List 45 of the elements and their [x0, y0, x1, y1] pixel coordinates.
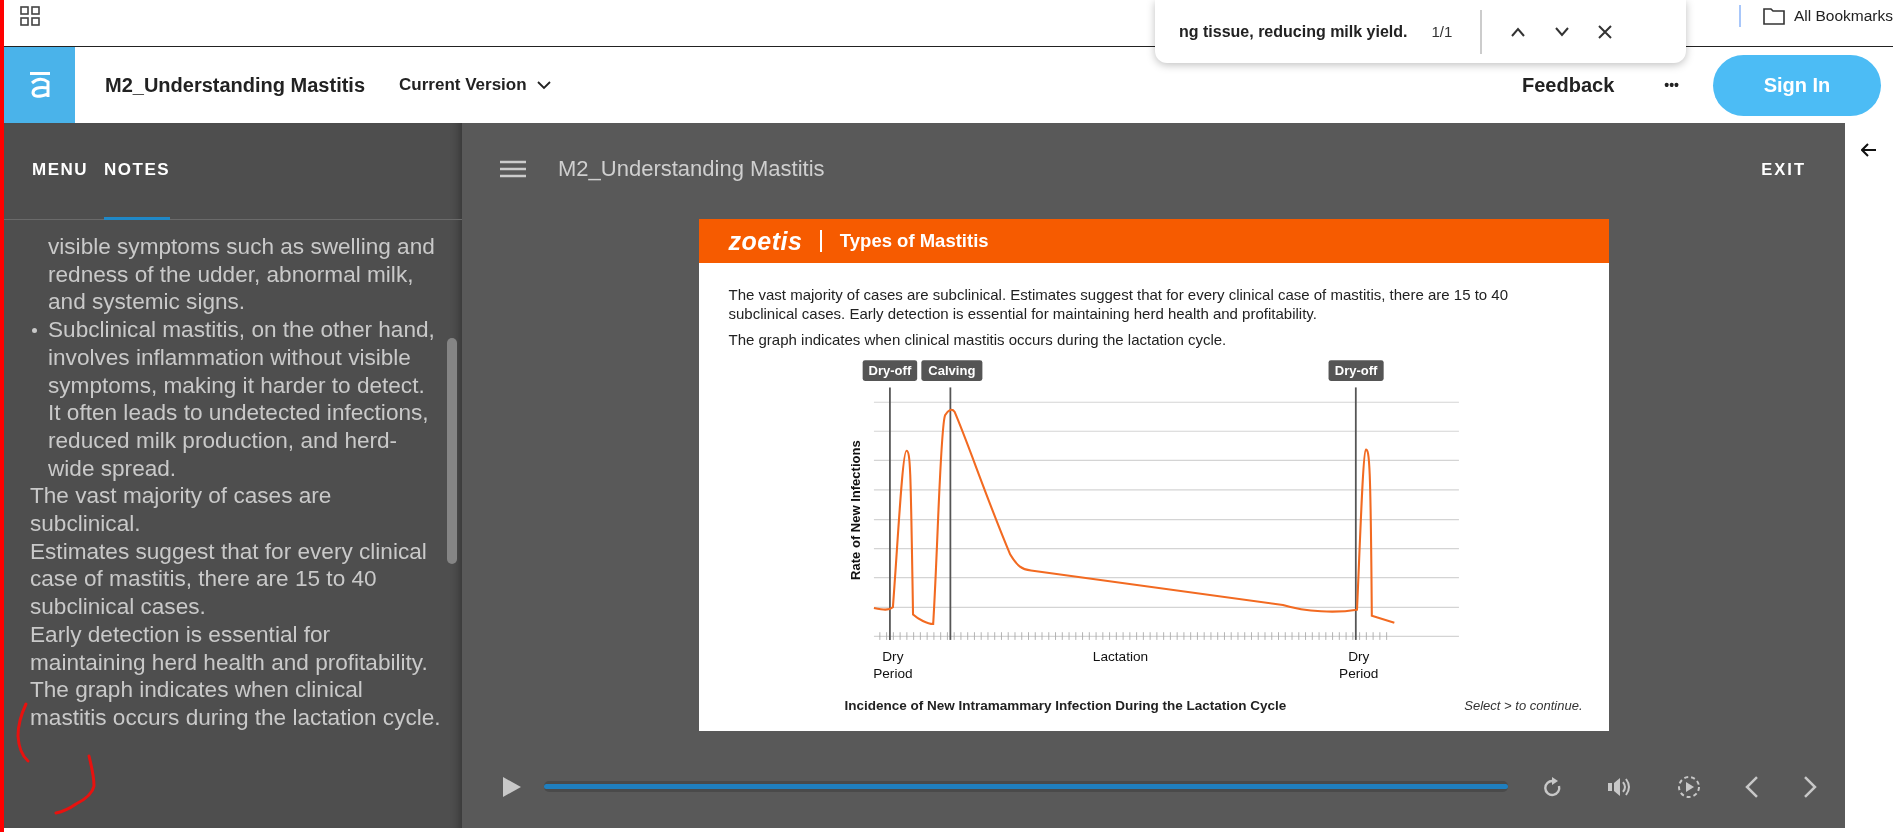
- y-axis-label: Rate of New Infections: [847, 440, 863, 580]
- marker-label: Dry-off: [862, 360, 917, 381]
- menu-icon[interactable]: [500, 160, 526, 178]
- version-dropdown[interactable]: Current Version: [399, 75, 551, 95]
- previous-icon[interactable]: [1745, 774, 1759, 799]
- x-axis-label: Dry Period: [872, 648, 913, 681]
- more-button[interactable]: •••: [1664, 77, 1679, 93]
- play-icon[interactable]: [502, 775, 522, 798]
- scrollbar-thumb[interactable]: [447, 338, 457, 564]
- note-text: The vast majority of cases are subclinical.: [30, 483, 332, 537]
- previous-match-icon[interactable]: [1509, 26, 1526, 37]
- course-title: M2_Understanding Mastitis: [105, 73, 366, 97]
- note-text: The graph indicates when clinical mastitis occurs during the lactation cycle.: [30, 677, 441, 730]
- chart-caption: Incidence of New Intramammary Infection During the Lactation Cycle: [844, 698, 1287, 713]
- caret-icon: [536, 80, 551, 90]
- bullet-icon: [32, 328, 37, 334]
- match-count: 1/1: [1431, 23, 1453, 40]
- note-text: Subclinical mastitis, on the other hand, involves inflammation without visible symptoms, making it harder to detect. It often leads to undetected infections, reduced milk production, and herd-wide spread.: [48, 317, 435, 481]
- slide-paragraph: The vast majority of cases are subclinical. Estimates suggest that for every clinical case of mastitis, there are 15 to 40 subclinical cases. Early detection is essential for maintaining herd health and profitability.: [728, 285, 1509, 323]
- x-axis-label: Lactation: [1092, 648, 1148, 664]
- find-query[interactable]: ng tissue, reducing milk yield.: [1179, 22, 1408, 41]
- back-arrow-icon[interactable]: [1861, 143, 1877, 157]
- note-text: visible symptoms such as swelling and redness of the udder, abnormal milk, and systemic signs.: [48, 234, 435, 315]
- autoplay-icon[interactable]: [1677, 774, 1702, 799]
- slide-title: Types of Mastitis: [839, 230, 989, 252]
- note-text: Estimates suggest that for every clinical case of mastitis, there are 15 to 40 subclinical cases.: [30, 538, 427, 620]
- marker-label: Calving: [920, 360, 982, 381]
- exit-button[interactable]: EXIT: [1761, 159, 1806, 179]
- bookmarks-link[interactable]: All Bookmarks: [1793, 7, 1893, 25]
- sidebar-tab[interactable]: NOTES: [104, 160, 171, 220]
- next-match-icon[interactable]: [1553, 26, 1570, 37]
- folder-icon: [1762, 7, 1785, 25]
- note-text: Early detection is essential for maintaining herd health and profitability.: [30, 621, 428, 675]
- feedback-button[interactable]: Feedback: [1522, 73, 1615, 97]
- close-icon[interactable]: [1597, 24, 1612, 39]
- next-icon[interactable]: [1803, 774, 1817, 799]
- app-logo[interactable]: [4, 47, 75, 123]
- x-axis-label: Dry Period: [1338, 648, 1378, 681]
- slide-paragraph: The graph indicates when clinical mastitis occurs during the lactation cycle.: [728, 330, 1228, 349]
- sidebar-tab[interactable]: MENU: [32, 160, 89, 220]
- brand-logo: zoetis: [728, 226, 803, 256]
- continue-hint: Select > to continue.: [1464, 698, 1583, 713]
- lesson-title: M2_Understanding Mastitis: [558, 156, 825, 182]
- apps-grid-icon[interactable]: [20, 6, 40, 26]
- marker-label: Dry-off: [1328, 360, 1384, 381]
